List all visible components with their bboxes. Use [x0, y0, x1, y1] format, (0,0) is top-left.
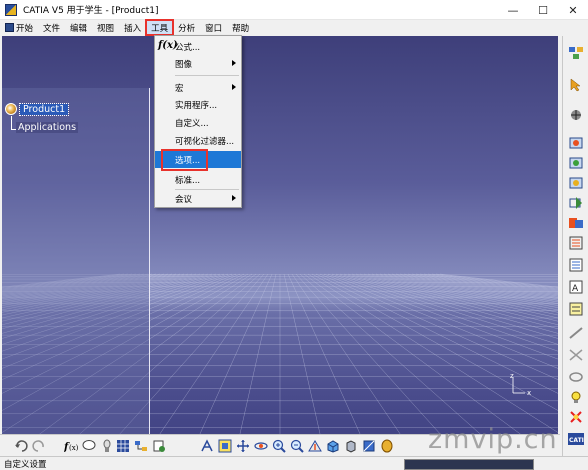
menu-view[interactable]: 视图: [92, 20, 119, 35]
submenu-arrow-icon: [232, 60, 236, 66]
window-title: CATIA V5 用于学生 - [Product1]: [23, 6, 159, 16]
svg-text:(x): (x): [69, 444, 78, 452]
shading-icon[interactable]: [344, 439, 358, 453]
swap-visible-icon[interactable]: [380, 439, 394, 453]
product-icon: [5, 103, 17, 115]
generate-numbering-icon[interactable]: A: [568, 280, 584, 294]
maximize-button[interactable]: ☐: [528, 0, 558, 20]
axis-x-label: x: [527, 389, 531, 397]
formula-toolbar-icon[interactable]: f (x): [64, 439, 78, 453]
menu-item-macro-label: 宏: [175, 83, 184, 94]
menu-item-standards[interactable]: 标准...: [155, 171, 241, 188]
start-icon: [5, 23, 14, 32]
grid-line: [144, 273, 269, 456]
menu-item-customize[interactable]: 自定义...: [155, 114, 241, 131]
3d-viewport[interactable]: Product1 Applications z x: [2, 36, 558, 456]
tree-node-product1[interactable]: Product1: [5, 102, 70, 116]
options-highlight-box: [161, 149, 208, 171]
comment-icon[interactable]: [82, 439, 96, 453]
svg-text:A: A: [572, 284, 579, 294]
menu-start[interactable]: 开始: [0, 20, 38, 35]
pan-icon[interactable]: [236, 439, 250, 453]
lightbulb-icon[interactable]: [568, 390, 584, 404]
menu-item-conference[interactable]: 会议: [155, 190, 241, 207]
grid-line: [189, 273, 273, 456]
right-toolbar: A CATIA: [562, 36, 588, 456]
title-bar: CATIA V5 用于学生 - [Product1] — ☐ ✕: [0, 0, 588, 20]
status-bar: 自定义设置: [0, 456, 588, 470]
watermark: zmvip.cn: [428, 424, 558, 455]
hide-show-icon[interactable]: [362, 439, 376, 453]
submenu-arrow-icon: [232, 84, 236, 90]
tree-connector: [11, 116, 12, 130]
constraint-icon-2[interactable]: [568, 348, 584, 362]
normal-view-icon[interactable]: [308, 439, 322, 453]
formula-icon: f(x): [158, 40, 178, 51]
menu-item-image[interactable]: 图像: [155, 55, 241, 72]
menu-help[interactable]: 帮助: [227, 20, 254, 35]
fit-all-icon[interactable]: [218, 439, 232, 453]
menu-analysis[interactable]: 分析: [173, 20, 200, 35]
reorder-icon[interactable]: [568, 258, 584, 272]
menu-item-formula[interactable]: f(x) 公式...: [155, 38, 241, 55]
menu-item-macro[interactable]: 宏: [155, 79, 241, 96]
grid-line: [287, 273, 371, 456]
fly-mode-icon[interactable]: [200, 439, 214, 453]
specification-tree-panel: [2, 88, 150, 456]
move-icon[interactable]: [568, 108, 584, 122]
menu-tools[interactable]: 工具: [145, 19, 175, 36]
zoom-out-icon[interactable]: [290, 439, 304, 453]
menu-start-label: 开始: [16, 23, 34, 34]
constraint-icon-3[interactable]: [568, 370, 584, 384]
menu-item-image-label: 图像: [175, 59, 193, 70]
grid-line: [291, 273, 416, 456]
component-icon-1[interactable]: [568, 136, 584, 150]
menu-item-visualization-filters[interactable]: 可视化过滤器...: [155, 132, 241, 149]
grid-line: [283, 273, 326, 456]
component-icon-2[interactable]: [568, 156, 584, 170]
graph-tree-icon[interactable]: [568, 236, 584, 250]
submenu-arrow-icon: [232, 195, 236, 201]
catia-logo-icon: CATIA: [568, 433, 584, 445]
select-arrow-icon[interactable]: [568, 78, 584, 92]
redo-icon[interactable]: [32, 439, 46, 453]
product-tree-icon[interactable]: [134, 439, 148, 453]
svg-text:CATIA: CATIA: [569, 437, 584, 444]
minimize-button[interactable]: —: [498, 0, 528, 20]
tree-node-applications[interactable]: Applications: [16, 122, 79, 133]
replace-component-icon[interactable]: [568, 216, 584, 230]
rotate-icon[interactable]: [254, 439, 268, 453]
fix-component-icon[interactable]: [568, 410, 584, 424]
iso-view-icon[interactable]: [326, 439, 340, 453]
command-input[interactable]: [404, 459, 534, 470]
axis-z-label: z: [510, 373, 514, 380]
menu-item-formula-label: 公式...: [175, 42, 201, 53]
bulb-tool-icon[interactable]: [100, 439, 114, 453]
menu-bar: 开始 文件 编辑 视图 插入 工具 分析 窗口 帮助: [0, 19, 588, 36]
undo-icon[interactable]: [14, 439, 28, 453]
bill-of-material-icon[interactable]: [568, 302, 584, 316]
tree-node-label: Product1: [18, 102, 70, 116]
grid-line: [234, 273, 277, 456]
properties-icon[interactable]: [152, 439, 166, 453]
close-button[interactable]: ✕: [558, 0, 588, 20]
menu-item-conference-label: 会议: [175, 194, 193, 205]
menu-insert[interactable]: 插入: [119, 20, 146, 35]
existing-component-icon[interactable]: [568, 196, 584, 210]
menu-edit[interactable]: 编辑: [65, 20, 92, 35]
component-icon-3[interactable]: [568, 176, 584, 190]
menu-window[interactable]: 窗口: [200, 20, 227, 35]
catalog-icon[interactable]: [116, 439, 130, 453]
compass-axis: z x: [510, 373, 531, 397]
menu-separator: [175, 75, 239, 76]
menu-item-utility[interactable]: 实用程序...: [155, 96, 241, 113]
catia-app-icon: [5, 3, 17, 16]
window-controls: — ☐ ✕: [498, 0, 588, 20]
tools-dropdown-menu: f(x) 公式... 图像 宏 实用程序... 自定义... 可视化过滤器...…: [154, 35, 242, 208]
menu-file[interactable]: 文件: [38, 20, 65, 35]
zoom-in-icon[interactable]: [272, 439, 286, 453]
constraint-icon-1[interactable]: [568, 326, 584, 340]
status-text: 自定义设置: [4, 459, 47, 470]
product-structure-icon[interactable]: [568, 46, 584, 60]
